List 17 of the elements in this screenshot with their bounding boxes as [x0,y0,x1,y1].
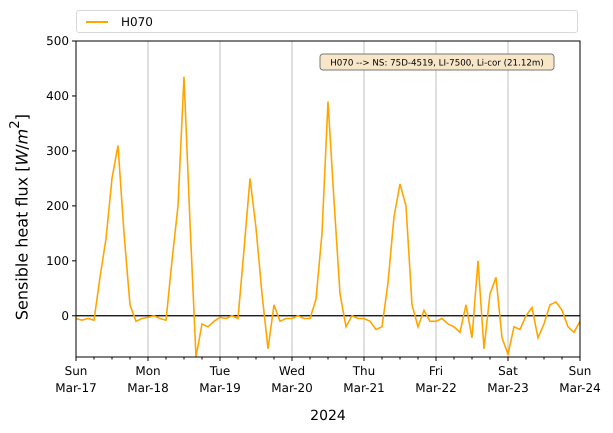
x-tick-label: Sat Mar-23 [487,364,529,395]
y-tick-label: 0 [61,308,69,323]
y-tick-label: 500 [46,36,69,48]
y-tick-label: 300 [46,144,69,158]
x-tick-label: Tue Mar-19 [199,364,241,395]
x-tick-label: Thu Mar-21 [343,364,385,395]
x-tick-label: Wed Mar-20 [271,364,313,395]
x-tick-label: Mon Mar-18 [127,364,169,395]
y-tick-label: 400 [46,88,69,103]
x-tick-label: Sun Mar-17 [55,364,97,395]
legend-label: H070 [121,14,153,28]
annotation-box: H070 --> NS: 75D-4519, LI-7500, Li-cor (21.12m) [320,54,554,70]
y-tick-label: 200 [46,198,69,213]
x-tick-label: Fri Mar-22 [415,364,457,395]
x-axis-label: 2024 [310,408,346,424]
x-tick-label: Sun Mar-24 [559,364,601,395]
y-tick-label: 100 [46,254,69,268]
